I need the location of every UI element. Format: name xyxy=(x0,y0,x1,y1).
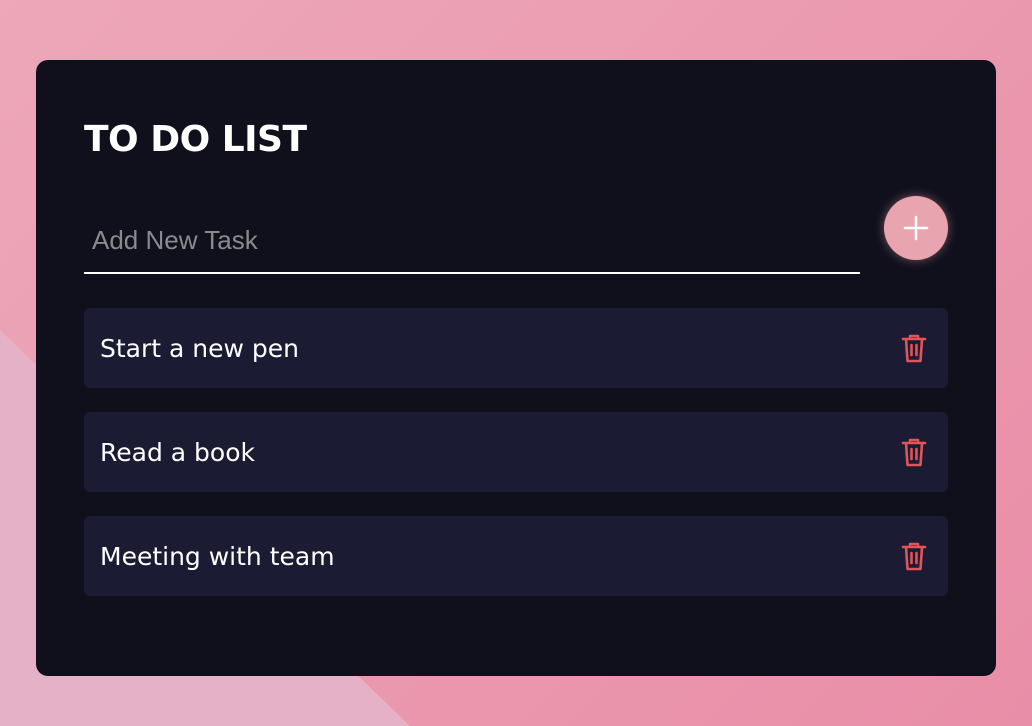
task-label: Start a new pen xyxy=(100,333,299,363)
todo-card: TO DO LIST Start a new pen Read a book xyxy=(36,60,996,676)
task-list: Start a new pen Read a book Meeting with… xyxy=(84,308,948,620)
trash-icon xyxy=(901,334,927,363)
trash-icon xyxy=(901,542,927,571)
task-label: Read a book xyxy=(100,437,255,467)
task-label: Meeting with team xyxy=(100,541,335,571)
delete-task-button[interactable] xyxy=(896,536,932,576)
plus-icon xyxy=(903,215,929,241)
task-item: Meeting with team xyxy=(84,516,948,596)
page-title: TO DO LIST xyxy=(84,119,307,160)
task-item: Start a new pen xyxy=(84,308,948,388)
delete-task-button[interactable] xyxy=(896,328,932,368)
delete-task-button[interactable] xyxy=(896,432,932,472)
new-task-input[interactable] xyxy=(84,212,860,274)
trash-icon xyxy=(901,438,927,467)
add-task-button[interactable] xyxy=(884,196,948,260)
task-item: Read a book xyxy=(84,412,948,492)
